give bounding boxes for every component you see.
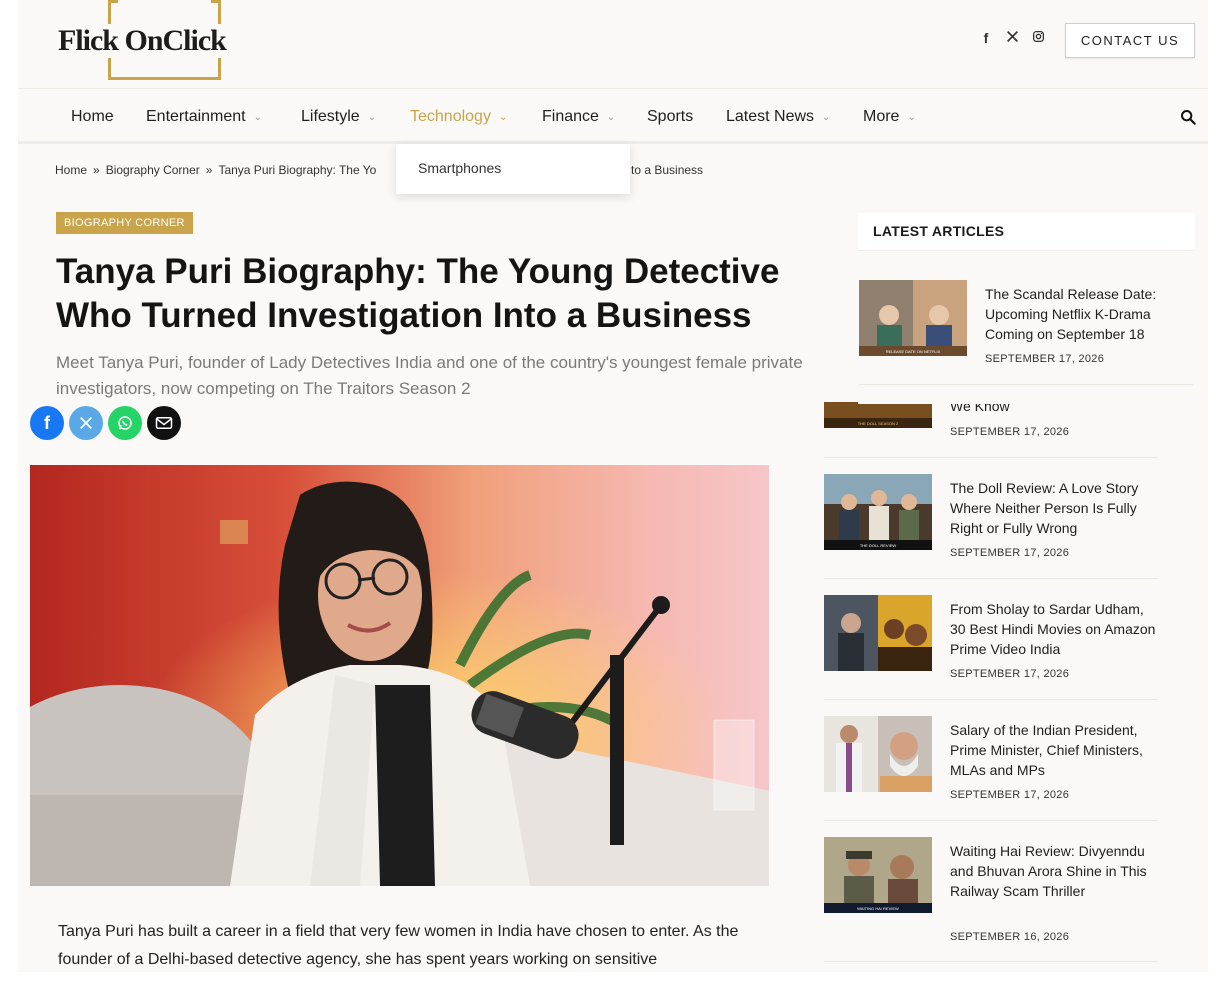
breadcrumb: Home » Biography Corner » Tanya Puri Biograp… xyxy=(55,163,376,177)
sidebar-overlap-cover xyxy=(858,384,1198,404)
article-hero-image xyxy=(30,465,769,886)
sidebar-article-date: SEPTEMBER 17, 2026 xyxy=(950,789,1070,801)
category-badge[interactable]: BIOGRAPHY CORNER xyxy=(56,212,193,234)
nav-item-technology[interactable]: Technology ⌄ xyxy=(410,108,507,126)
chevron-down-icon: ⌄ xyxy=(253,112,262,123)
article-body: Tanya Puri has built a career in a field… xyxy=(58,923,739,968)
nav-label: Technology xyxy=(410,108,491,125)
sidebar-article-date: SEPTEMBER 17, 2026 xyxy=(950,547,1070,559)
latest-articles-heading: LATEST ARTICLES xyxy=(858,213,1195,251)
nav-item-lifestyle[interactable]: Lifestyle ⌄ xyxy=(301,108,376,126)
nav-label: Sports xyxy=(647,108,694,125)
share-whatsapp-icon[interactable] xyxy=(108,406,142,440)
share-x-icon[interactable] xyxy=(69,406,103,440)
dropdown-item-smartphones[interactable]: Smartphones xyxy=(418,160,501,176)
nav-label: More xyxy=(863,108,900,125)
sidebar-article-date: SEPTEMBER 17, 2026 xyxy=(950,668,1070,680)
latest-articles-title: LATEST ARTICLES xyxy=(873,223,1005,239)
sidebar-article-date: SEPTEMBER 16, 2026 xyxy=(950,931,1070,943)
nav-item-sports[interactable]: Sports xyxy=(647,108,693,126)
sidebar-article-title[interactable]: Salary of the Indian President, Prime Mi… xyxy=(950,720,1160,780)
header-social-links: f xyxy=(980,30,1045,46)
article-thumbnail[interactable]: WAITING HAI REVIEW xyxy=(824,837,932,913)
divider xyxy=(824,961,1158,962)
chevron-down-icon: ⌄ xyxy=(907,112,916,123)
sidebar-article-date: SEPTEMBER 17, 2026 xyxy=(985,353,1105,365)
technology-dropdown-menu: Smartphones xyxy=(396,144,630,194)
thumb-caption: RELEASE DATE ON NETFLIX xyxy=(886,349,941,354)
chevron-down-icon: ⌄ xyxy=(822,112,831,123)
article-thumbnail[interactable]: RELEASE DATE ON NETFLIX xyxy=(859,280,967,356)
sidebar-article-title[interactable]: From Sholay to Sardar Udham, 30 Best Hin… xyxy=(950,599,1160,659)
divider xyxy=(859,384,1193,385)
sidebar-article[interactable]: THE DOLL REVIEW The Doll Review: A Love … xyxy=(824,474,1160,580)
breadcrumb-section[interactable]: Biography Corner xyxy=(106,163,200,177)
sidebar-article[interactable]: WAITING HAI REVIEW Waiting Hai Review: D… xyxy=(824,837,1160,967)
breadcrumb-current: Tanya Puri Biography: The Yo xyxy=(218,163,377,177)
divider xyxy=(824,578,1158,579)
chevron-down-icon: ⌄ xyxy=(606,112,616,123)
nav-label: Finance xyxy=(542,108,599,125)
thumb-caption: THE DOLL SEASON 2 xyxy=(858,421,899,426)
nav-item-entertainment[interactable]: Entertainment ⌄ xyxy=(146,108,262,126)
divider xyxy=(824,457,1158,458)
main-nav: Home Entertainment ⌄ Lifestyle ⌄ Technolog… xyxy=(18,88,1208,144)
nav-label: Home xyxy=(71,108,114,125)
sidebar-article[interactable]: From Sholay to Sardar Udham, 30 Best Hin… xyxy=(824,595,1160,701)
breadcrumb-current-tail: to a Business xyxy=(631,163,704,177)
article-thumbnail[interactable]: THE DOLL REVIEW xyxy=(824,474,932,550)
thumb-caption: WAITING HAI REVIEW xyxy=(857,906,899,911)
breadcrumb-home[interactable]: Home xyxy=(55,163,87,177)
share-facebook-icon[interactable]: f xyxy=(30,406,64,440)
thumb-caption: THE DOLL REVIEW xyxy=(860,543,897,548)
site-header: Flick OnClick f CONTACT US xyxy=(18,0,1208,88)
chevron-down-icon: ⌄ xyxy=(367,112,377,123)
page: Flick OnClick f CONTACT US Home Entertai… xyxy=(18,0,1208,972)
nav-item-latest-news[interactable]: Latest News ⌄ xyxy=(726,108,830,126)
chevron-down-icon: ⌄ xyxy=(498,112,508,123)
article-subtitle: Meet Tanya Puri, founder of Lady Detecti… xyxy=(56,353,803,398)
sidebar-article[interactable]: RELEASE DATE ON NETFLIX The Scandal Rele… xyxy=(859,280,1195,386)
x-icon[interactable] xyxy=(1006,30,1018,46)
sidebar-article-title[interactable]: The Doll Review: A Love Story Where Neit… xyxy=(950,478,1160,538)
article-title: Tanya Puri Biography: The Young Detectiv… xyxy=(56,252,780,335)
nav-item-finance[interactable]: Finance ⌄ xyxy=(542,108,615,126)
contact-us-button[interactable]: CONTACT US xyxy=(1065,23,1195,58)
share-email-icon[interactable] xyxy=(147,406,181,440)
sidebar-article-title[interactable]: The Scandal Release Date: Upcoming Netfl… xyxy=(985,284,1195,344)
article-thumbnail[interactable] xyxy=(824,595,932,671)
nav-label: Entertainment xyxy=(146,108,246,125)
divider xyxy=(824,820,1158,821)
article-thumbnail[interactable] xyxy=(824,716,932,792)
breadcrumb-separator: » xyxy=(205,163,213,177)
facebook-icon[interactable]: f xyxy=(980,30,992,46)
sidebar-article-title[interactable]: Waiting Hai Review: Divyenndu and Bhuvan… xyxy=(950,841,1160,901)
share-buttons: f xyxy=(30,406,181,440)
nav-item-home[interactable]: Home xyxy=(71,108,114,126)
instagram-icon[interactable] xyxy=(1032,30,1045,46)
site-logo[interactable]: Flick OnClick xyxy=(56,0,246,82)
nav-label: Latest News xyxy=(726,108,815,125)
nav-label: Lifestyle xyxy=(301,108,360,125)
nav-item-more[interactable]: More ⌄ xyxy=(863,108,916,126)
search-icon[interactable] xyxy=(1180,109,1196,125)
divider xyxy=(824,699,1158,700)
article-thumbnail[interactable]: THE DOLL SEASON 2 xyxy=(824,402,932,428)
logo-text: Flick OnClick xyxy=(56,24,228,58)
sidebar-article[interactable]: Salary of the Indian President, Prime Mi… xyxy=(824,716,1160,822)
breadcrumb-separator: » xyxy=(93,163,100,177)
sidebar-article-date: SEPTEMBER 17, 2026 xyxy=(950,426,1070,438)
